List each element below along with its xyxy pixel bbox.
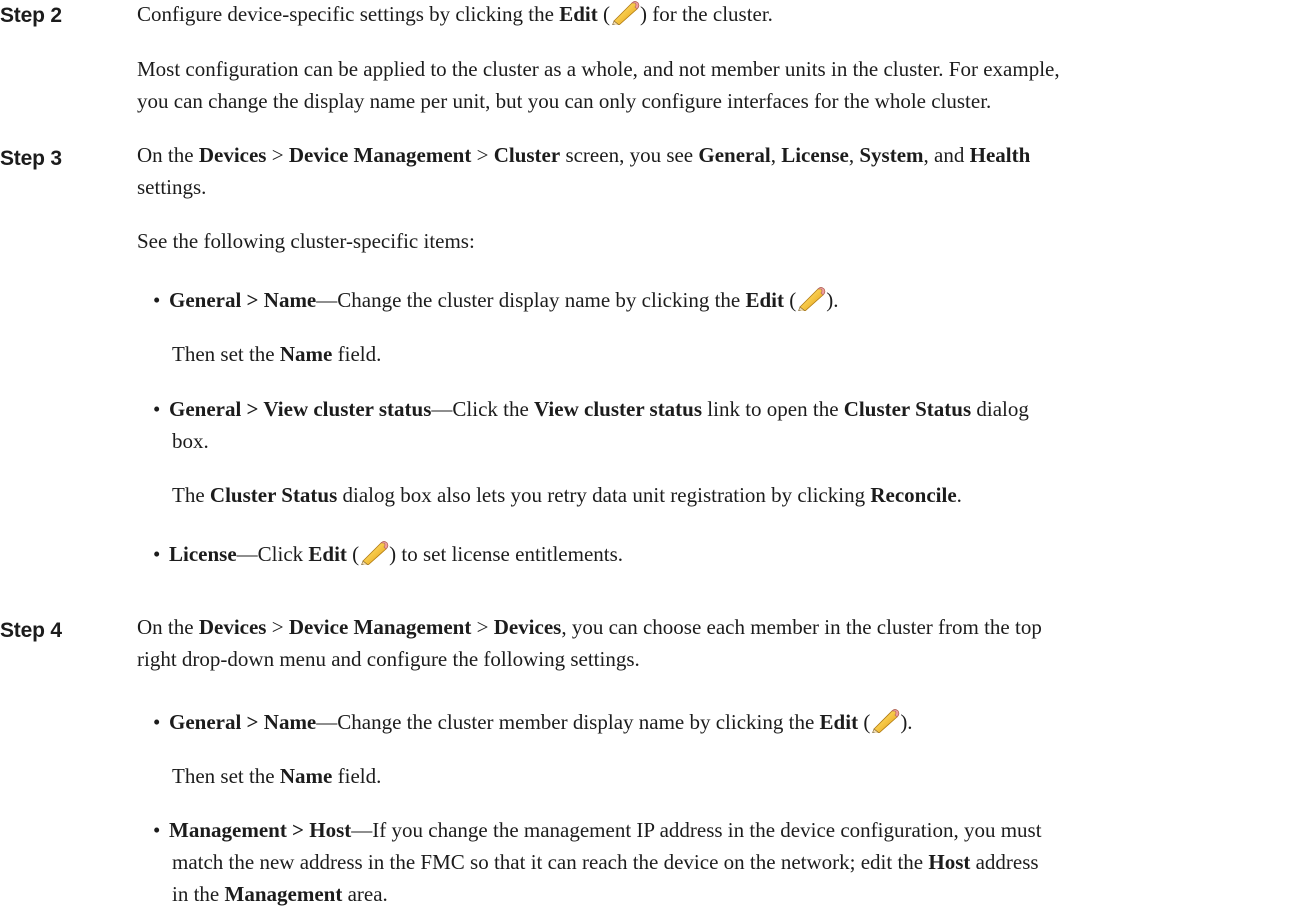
step-2-note-line-2: you can change the display name per unit… <box>137 89 992 113</box>
step-2-label: Step 2 <box>0 4 62 27</box>
pencil-edit-icon <box>610 0 640 25</box>
list-item: • General > Name—Change the cluster displ… <box>153 283 839 317</box>
step-4-instruction-line-2: right drop-down menu and configure the f… <box>137 647 640 671</box>
list-item-subtext: The Cluster Status dialog box also lets … <box>172 483 962 507</box>
bullet-icon: • <box>153 397 161 421</box>
list-item-continuation: box. <box>172 429 209 453</box>
bullet-icon: • <box>153 710 161 734</box>
list-item-continuation: in the Management area. <box>172 882 388 906</box>
step-4-instruction-line-1: On the Devices > Device Management > Dev… <box>137 615 1042 639</box>
list-item: • Management > Host—If you change the man… <box>153 813 1042 847</box>
step-3-instruction-line-1: On the Devices > Device Management > Clu… <box>137 143 1031 167</box>
list-item-subtext: Then set the Name field. <box>172 342 382 366</box>
list-item-continuation: match the new address in the FMC so that… <box>172 850 1039 874</box>
step-4-label: Step 4 <box>0 619 62 642</box>
list-item-subtext: Then set the Name field. <box>172 764 382 788</box>
bullet-icon: • <box>153 542 161 566</box>
pencil-edit-icon <box>870 707 900 733</box>
step-3-intro: See the following cluster-specific items… <box>137 229 475 253</box>
pencil-edit-icon <box>796 285 826 311</box>
list-item: • License—Click Edit () to set license en… <box>153 537 623 571</box>
bullet-icon: • <box>153 818 161 842</box>
list-item: • General > View cluster status—Click the… <box>153 392 1029 426</box>
list-item: • General > Name—Change the cluster membe… <box>153 705 913 739</box>
step-3-label: Step 3 <box>0 147 62 170</box>
bullet-icon: • <box>153 288 161 312</box>
step-3-instruction-line-2: settings. <box>137 175 207 199</box>
pencil-edit-icon <box>359 539 389 565</box>
step-2-instruction: Configure device-specific settings by cl… <box>137 0 773 31</box>
step-2-note-line-1: Most configuration can be applied to the… <box>137 57 1060 81</box>
edit-term: Edit <box>559 2 598 26</box>
